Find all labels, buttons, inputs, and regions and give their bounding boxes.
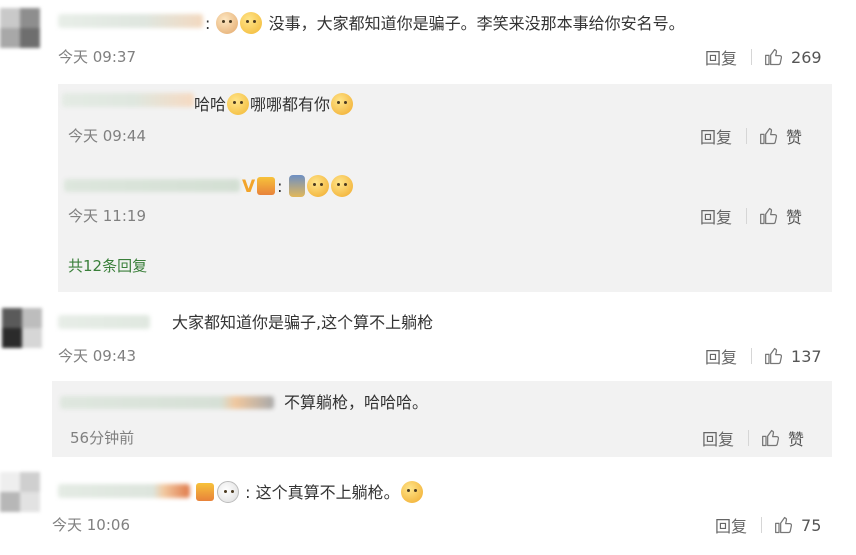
reply-body-a: 哈哈	[194, 95, 227, 114]
member-badge-icon	[196, 483, 214, 501]
reply-button[interactable]: 回复	[700, 124, 732, 148]
like-count: 269	[791, 47, 822, 67]
thumbs-up-icon	[775, 516, 793, 534]
comment-text: : 这个真算不上躺枪。	[194, 481, 424, 503]
divider	[746, 208, 748, 224]
like-label: 赞	[788, 430, 805, 449]
comment-time: 今天 09:37	[58, 48, 136, 66]
comment-body: 这个真算不上躺枪。	[255, 483, 400, 502]
comment-time: 今天 09:43	[58, 347, 136, 365]
divider	[761, 517, 763, 533]
panda-emoji-icon	[217, 481, 239, 503]
like-button[interactable]: 137	[764, 346, 822, 366]
reply-time: 今天 11:19	[68, 207, 146, 225]
laugh-emoji-icon	[330, 175, 353, 197]
username-blurred[interactable]	[58, 315, 150, 329]
like-label: 赞	[786, 128, 803, 147]
thumbs-up-icon	[762, 429, 780, 447]
reply-button[interactable]: 回复	[705, 45, 737, 69]
comment-colon: :	[205, 14, 211, 33]
like-button[interactable]: 赞	[759, 124, 802, 148]
reply-button[interactable]: 回复	[702, 426, 734, 450]
like-button[interactable]: 赞	[759, 204, 802, 228]
like-button[interactable]: 赞	[761, 426, 804, 450]
divider	[751, 49, 753, 65]
comment-body: 没事，大家都知道你是骗子。李笑来没那本事给你安名号。	[268, 14, 685, 33]
dog-emoji-icon	[240, 12, 263, 34]
reply-actions: 回复 赞	[700, 125, 802, 147]
reply-username-blurred[interactable]	[62, 93, 194, 107]
reply-thread-2: 不算躺枪，哈哈哈。 56分钟前 回复 赞	[52, 381, 832, 457]
like-count: 137	[791, 346, 822, 366]
dog-emoji-icon	[227, 93, 250, 115]
like-button[interactable]: 75	[774, 515, 821, 535]
like-button[interactable]: 269	[764, 47, 822, 67]
reply-button[interactable]: 回复	[715, 513, 747, 537]
reply-text: V:	[242, 175, 354, 197]
avatar[interactable]	[0, 8, 40, 48]
reply-username-blurred[interactable]	[64, 179, 240, 192]
reply-time: 今天 09:44	[68, 127, 146, 145]
avatar[interactable]	[0, 472, 40, 512]
member-badge-icon	[257, 177, 276, 195]
thumbs-up-icon	[760, 127, 778, 145]
hand-emoji-icon	[331, 93, 354, 115]
reply-colon: :	[277, 177, 283, 196]
reply-text: 不算躺枪，哈哈哈。	[284, 393, 428, 413]
like-count: 75	[801, 515, 822, 535]
reply-actions: 回复 赞	[702, 427, 804, 449]
like-label: 赞	[786, 208, 803, 227]
reply-actions: 回复 赞	[700, 205, 802, 227]
reply-thread-1: 哈哈 哪哪都有你 今天 09:44 回复 赞 V: 今天 11:19 回复 赞 共…	[58, 84, 832, 292]
thumbs-up-icon	[765, 48, 783, 66]
reply-text: 哈哈 哪哪都有你	[194, 93, 354, 115]
reply-button[interactable]: 回复	[700, 204, 732, 228]
verified-v-icon: V	[242, 177, 256, 197]
divider	[751, 348, 753, 364]
reply-time: 56分钟前	[70, 429, 135, 447]
reply-body-b: 哪哪都有你	[250, 95, 331, 114]
comment-actions: 回复 269	[705, 45, 822, 69]
username-blurred[interactable]	[58, 484, 190, 498]
laugh-emoji-icon	[400, 481, 423, 503]
figure-emoji-icon	[288, 175, 305, 197]
reply-body: 不算躺枪，哈哈哈。	[284, 393, 429, 412]
comment-actions: 回复 137	[705, 344, 822, 368]
username-blurred[interactable]	[58, 14, 203, 28]
thumbs-up-icon	[765, 347, 783, 365]
avatar[interactable]	[2, 308, 42, 348]
laugh-emoji-icon	[306, 175, 329, 197]
view-more-replies-link[interactable]: 共12条回复	[68, 256, 147, 276]
cat-emoji-icon	[216, 12, 239, 34]
comment-actions: 回复 75	[715, 513, 821, 537]
comment-body: 大家都知道你是骗子,这个算不上躺枪	[172, 313, 434, 332]
divider	[748, 430, 750, 446]
comment-text: : 没事，大家都知道你是骗子。李笑来没那本事给你安名号。	[205, 12, 685, 34]
comment-text: 大家都知道你是骗子,这个算不上躺枪	[172, 313, 433, 333]
divider	[746, 128, 748, 144]
reply-username-blurred[interactable]	[60, 396, 274, 409]
comment-time: 今天 10:06	[52, 516, 130, 534]
thumbs-up-icon	[760, 207, 778, 225]
comment-colon: :	[245, 483, 251, 502]
reply-button[interactable]: 回复	[705, 344, 737, 368]
